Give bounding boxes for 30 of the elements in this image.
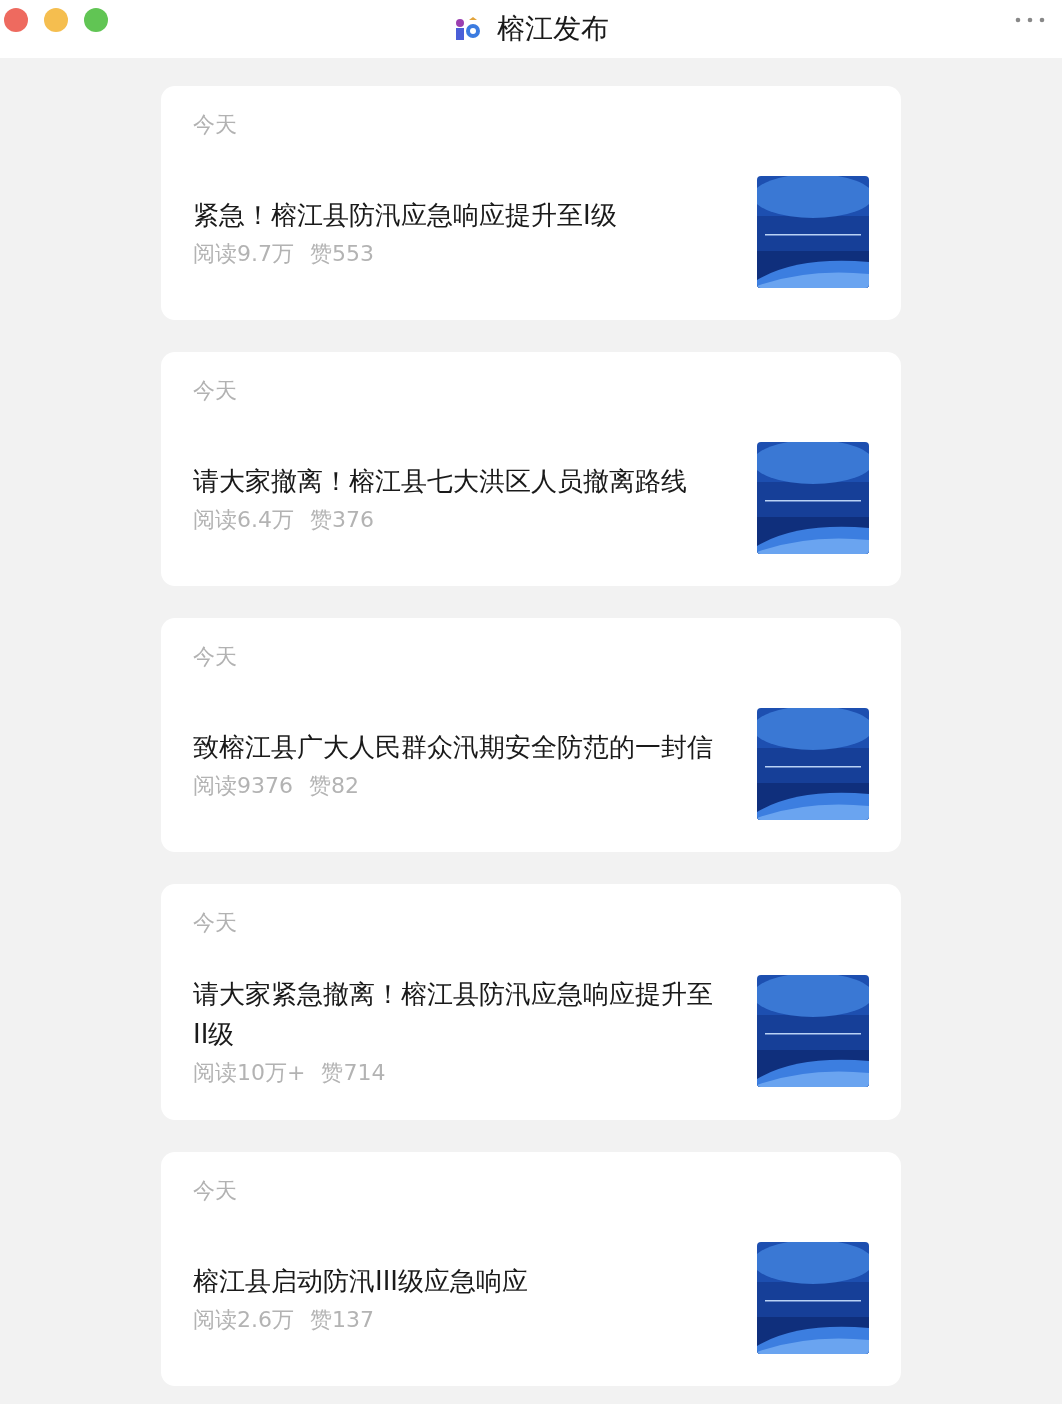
read-count: 阅读9376 (193, 772, 293, 800)
article-title[interactable]: 致榕江县广大人民群众汛期安全防范的一封信 (193, 727, 713, 767)
article-date: 今天 (193, 377, 238, 405)
read-count: 阅读10万+ (193, 1059, 306, 1087)
article-title[interactable]: 请大家紧急撤离！榕江县防汛应急响应提升至II级 (193, 974, 713, 1054)
article-card[interactable]: 今天 请大家撤离！榕江县七大洪区人员撤离路线 阅读6.4万 赞376 (161, 352, 901, 586)
like-count: 赞376 (310, 506, 374, 534)
article-card[interactable]: 今天 紧急！榕江县防汛应急响应提升至I级 阅读9.7万 赞553 (161, 86, 901, 320)
article-date: 今天 (193, 643, 238, 671)
like-count: 赞137 (310, 1306, 374, 1334)
like-count: 赞82 (309, 772, 359, 800)
article-date: 今天 (193, 909, 238, 937)
article-date: 今天 (193, 1177, 238, 1205)
article-date: 今天 (193, 111, 238, 139)
window-title: 榕江发布 (497, 15, 609, 43)
read-count: 阅读2.6万 (193, 1306, 294, 1334)
close-button[interactable] (4, 8, 28, 32)
article-title[interactable]: 请大家撤离！榕江县七大洪区人员撤离路线 (193, 461, 713, 501)
logo-icon (453, 16, 481, 42)
read-count: 阅读9.7万 (193, 240, 294, 268)
like-count: 赞553 (310, 240, 374, 268)
article-card[interactable]: 今天 榕江县启动防汛III级应急响应 阅读2.6万 赞137 (161, 1152, 901, 1386)
like-count: 赞714 (321, 1059, 386, 1087)
minimize-button[interactable] (44, 8, 68, 32)
article-card[interactable]: 今天 致榕江县广大人民群众汛期安全防范的一封信 阅读9376 赞82 (161, 618, 901, 852)
article-title[interactable]: 紧急！榕江县防汛应急响应提升至I级 (193, 195, 713, 235)
article-title[interactable]: 榕江县启动防汛III级应急响应 (193, 1261, 713, 1301)
maximize-button[interactable] (84, 8, 108, 32)
read-count: 阅读6.4万 (193, 506, 294, 534)
article-card[interactable]: 今天 请大家紧急撤离！榕江县防汛应急响应提升至II级 阅读10万+ 赞714 (161, 884, 901, 1120)
